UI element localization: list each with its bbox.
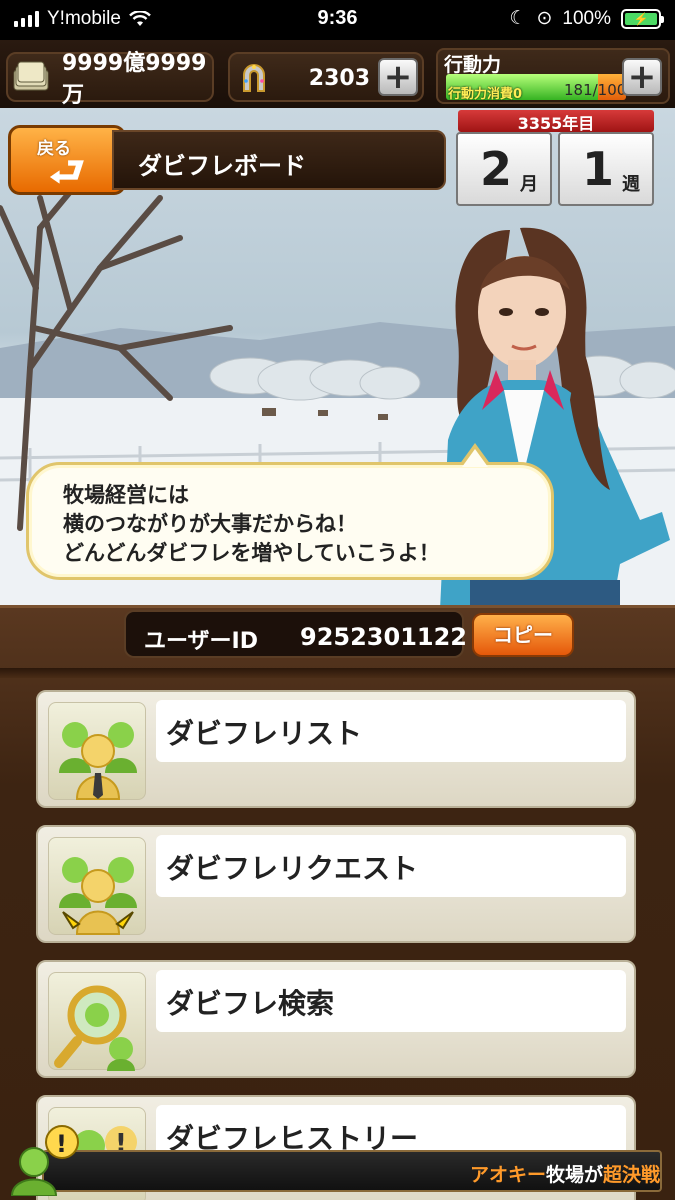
week-unit: 週 [622, 174, 640, 195]
news-ticker[interactable]: アオキー牧場が超決戦 [42, 1150, 662, 1192]
horseshoe-icon [234, 58, 274, 96]
friend-list-icon [48, 702, 146, 800]
svg-text:!: ! [56, 1130, 67, 1158]
horseshoe-display: 2303 + [228, 52, 424, 102]
menu-item-friend-request[interactable]: ダビフレリクエスト [36, 825, 636, 943]
menu-label: ダビフレリスト [166, 717, 363, 750]
status-bar: Y!mobile 9:36 ☾ ⊙ 100% ⚡ [0, 0, 675, 40]
ticker-name: アオキー [469, 1164, 546, 1186]
menu-label: ダビフレリクエスト [166, 852, 419, 885]
action-points-value: 181/100 [564, 81, 627, 99]
ticker-text: アオキー牧場が超決戦 [470, 1160, 660, 1187]
month-number: 2 [480, 142, 513, 196]
copy-id-button[interactable]: コピー [472, 613, 574, 657]
user-id-display: ユーザーID 9252301122 [124, 610, 467, 658]
user-id-label: ユーザーID [144, 629, 259, 654]
speech-line-2: 横のつながりが大事だからね！ [63, 512, 357, 536]
money-icon [12, 58, 50, 96]
menu-item-friend-search[interactable]: ダビフレ検索 [36, 960, 636, 1078]
speech-bubble: 牧場経営には 横のつながりが大事だからね！ どんどんダビフレを増やしていこうよ！ [26, 443, 554, 580]
ticker-highlight: 超決戦 [602, 1164, 660, 1186]
battery-icon: ⚡ [621, 8, 664, 29]
calendar-year: 3355年目 [458, 110, 654, 133]
action-cost-label: 行動力消費0 [448, 87, 523, 102]
add-action-points-button[interactable]: + [622, 58, 662, 96]
status-right: ☾ ⊙ 100% ⚡ [509, 7, 664, 30]
month-unit: 月 [520, 174, 538, 195]
menu-label: ダビフレ検索 [166, 987, 335, 1020]
speech-line-1: 牧場経営には [63, 483, 189, 507]
horseshoe-value: 2303 [308, 66, 370, 91]
speech-line-3: どんどんダビフレを増やしていこうよ！ [63, 541, 440, 565]
resource-bar: 9999億9999万 2303 + 行動力 行動力消費0 181/100 + [0, 40, 675, 108]
panel-divider [0, 668, 675, 678]
moon-icon: ☾ [509, 8, 527, 29]
action-points-display: 行動力 行動力消費0 181/100 + [436, 48, 670, 104]
friend-search-icon [48, 972, 146, 1071]
money-value: 9999億9999万 [62, 51, 207, 108]
notification-person-icon[interactable]: ! [8, 1122, 80, 1196]
back-button[interactable]: 戻る ⮐ [8, 125, 126, 195]
back-arrow-icon: ⮐ [49, 149, 85, 195]
calendar: 3355年目 2 月 1 週 [454, 108, 658, 206]
page-title-bar: ダビフレボード [112, 130, 446, 190]
ticker-body: 牧場が [545, 1164, 603, 1186]
calendar-month: 2 月 [456, 132, 552, 206]
friend-request-icon [48, 837, 146, 935]
action-points-label: 行動力 [444, 54, 502, 76]
user-id-value: 9252301122 [300, 623, 467, 651]
week-number: 1 [582, 142, 615, 196]
add-horseshoe-button[interactable]: + [378, 58, 418, 96]
money-display: 9999億9999万 [6, 51, 214, 108]
battery-percent: 100% [562, 7, 611, 29]
menu-item-friend-list[interactable]: ダビフレリスト [36, 690, 636, 808]
calendar-week: 1 週 [558, 132, 654, 206]
orientation-lock-icon: ⊙ [536, 8, 553, 29]
page-title: ダビフレボード [138, 152, 306, 180]
